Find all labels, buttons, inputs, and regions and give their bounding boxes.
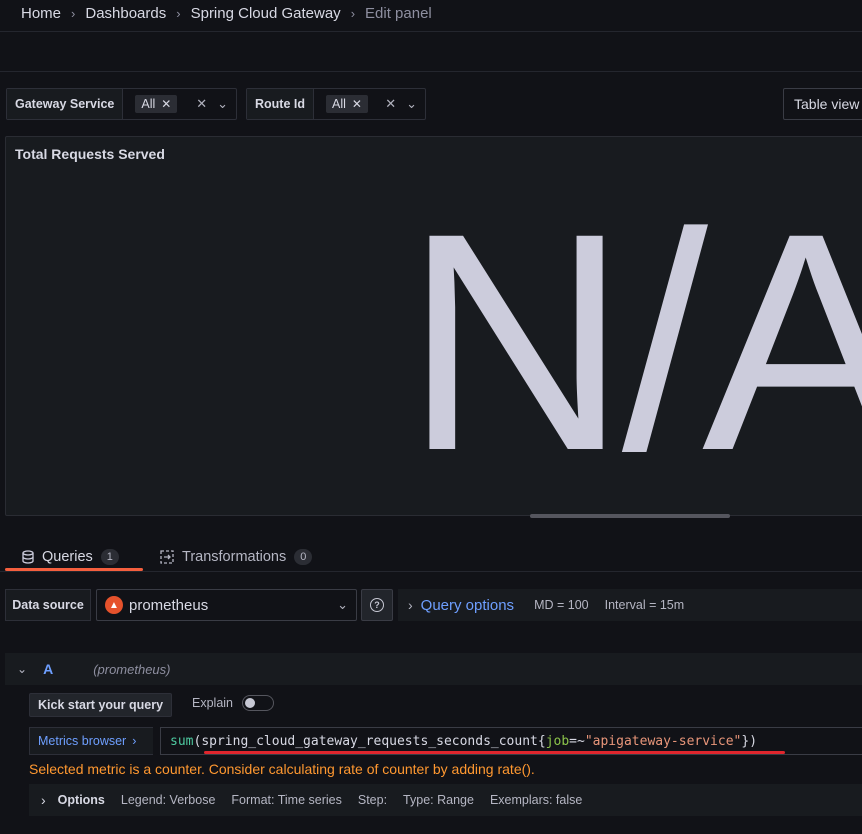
expr-operator: =~	[569, 733, 585, 749]
metrics-browser-label: Metrics browser	[38, 734, 127, 748]
variable-select[interactable]: All ✕ ✕ ⌄	[123, 89, 236, 119]
option-type: Type: Range	[403, 793, 474, 807]
clear-icon[interactable]: ✕	[385, 96, 396, 112]
option-step: Step:	[357, 793, 388, 807]
datasource-label: Data source	[5, 589, 91, 621]
query-datasource: (prometheus)	[93, 661, 171, 677]
query-ref: A	[43, 661, 54, 677]
variable-label: Gateway Service	[7, 89, 124, 119]
remove-chip-icon[interactable]: ✕	[352, 97, 362, 111]
max-data-points: MD = 100	[534, 598, 589, 612]
help-button[interactable]: ?	[361, 589, 393, 621]
option-legend: Legend: Verbose	[120, 793, 216, 807]
variable-select[interactable]: All ✕ ✕ ⌄	[314, 89, 425, 119]
tab-label: Queries	[42, 549, 93, 565]
datasource-picker[interactable]: ▲ prometheus ⌄	[96, 589, 357, 621]
counter-warning: Selected metric is a counter. Consider c…	[29, 761, 535, 777]
expr-paren: (	[193, 733, 202, 749]
query-options-link[interactable]: Query options	[421, 597, 514, 614]
stat-panel: Total Requests Served N/A	[5, 136, 862, 516]
chip-label: All	[141, 97, 156, 111]
breadcrumb-dashboards[interactable]: Dashboards	[85, 5, 166, 22]
options-title: Options	[57, 793, 105, 807]
tab-queries[interactable]: Queries 1	[22, 544, 119, 570]
option-exemplars: Exemplars: false	[489, 793, 583, 807]
prometheus-icon: ▲	[105, 596, 123, 614]
tab-count-badge: 1	[100, 549, 119, 565]
panel-title: Total Requests Served	[15, 146, 165, 162]
variable-gateway-service: Gateway Service All ✕ ✕ ⌄	[6, 88, 237, 120]
query-row-header[interactable]: ⌄ A (prometheus)	[5, 653, 862, 685]
value-chip: All ✕	[326, 95, 368, 113]
chevron-right-icon: ›	[176, 5, 181, 21]
chevron-down-icon[interactable]: ⌄	[217, 96, 228, 112]
transform-icon	[160, 550, 174, 564]
expr-close: })	[741, 733, 758, 749]
explain-toggle[interactable]	[242, 695, 274, 711]
clear-icon[interactable]: ✕	[196, 96, 207, 112]
chevron-right-icon: ›	[41, 792, 46, 808]
option-format: Format: Time series	[231, 793, 342, 807]
error-underline	[204, 751, 785, 754]
interval: Interval = 15m	[604, 598, 685, 612]
tab-label: Transformations	[182, 549, 287, 565]
chevron-down-icon: ⌄	[337, 597, 348, 612]
explain-label: Explain	[192, 696, 233, 710]
horizontal-scrollbar[interactable]	[530, 514, 730, 518]
chevron-right-icon: ›	[71, 5, 76, 21]
chevron-down-icon[interactable]: ⌄	[17, 662, 27, 676]
tab-count-badge: 0	[294, 549, 313, 565]
variable-label: Route Id	[247, 89, 314, 119]
expr-metric: spring_cloud_gateway_requests_seconds_co…	[201, 733, 538, 749]
chevron-right-icon: ›	[408, 597, 413, 613]
expr-brace: {	[537, 733, 546, 749]
chip-label: All	[332, 97, 346, 111]
question-icon: ?	[370, 598, 384, 612]
kick-start-button[interactable]: Kick start your query	[29, 693, 173, 717]
expr-function: sum	[170, 733, 194, 749]
breadcrumb-current: Edit panel	[365, 4, 432, 22]
breadcrumb-home[interactable]: Home	[21, 5, 61, 22]
active-tab-indicator	[5, 568, 143, 571]
chevron-right-icon: ›	[132, 734, 137, 748]
variable-route-id: Route Id All ✕ ✕ ⌄	[246, 88, 426, 120]
breadcrumb-dashboard[interactable]: Spring Cloud Gateway	[191, 5, 341, 22]
chevron-down-icon[interactable]: ⌄	[406, 96, 417, 112]
query-options-row[interactable]: › Options Legend: Verbose Format: Time s…	[29, 784, 862, 816]
value-chip: All ✕	[135, 95, 178, 113]
divider	[0, 571, 862, 572]
expr-label: job	[545, 733, 570, 749]
datasource-name: prometheus	[129, 596, 209, 614]
query-options[interactable]: › Query options MD = 100 Interval = 15m	[398, 589, 862, 621]
metrics-browser-button[interactable]: Metrics browser ›	[29, 727, 153, 755]
expr-value: "apigateway-service"	[584, 733, 742, 749]
database-icon	[22, 550, 34, 564]
breadcrumb: Home › Dashboards › Spring Cloud Gateway…	[21, 3, 432, 23]
chevron-right-icon: ›	[350, 5, 356, 21]
tab-transformations[interactable]: Transformations 0	[160, 544, 313, 570]
divider	[0, 71, 862, 72]
remove-chip-icon[interactable]: ✕	[161, 97, 171, 111]
stat-value: N/A	[404, 168, 862, 515]
table-view-toggle[interactable]: Table view	[783, 88, 862, 120]
divider	[0, 31, 862, 32]
toggle-knob	[245, 698, 255, 708]
